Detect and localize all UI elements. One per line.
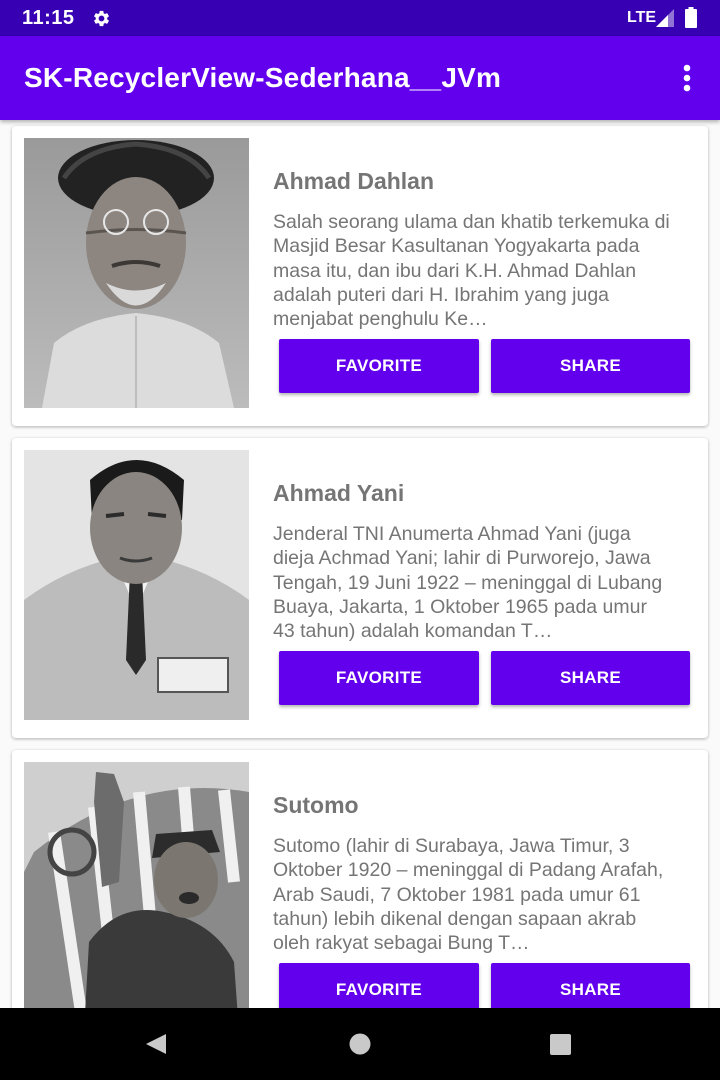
hero-description: Jenderal TNI Anumerta Ahmad Yani (juga d…	[273, 523, 663, 643]
hero-name: Sutomo	[273, 792, 359, 818]
app-bar: SK-RecyclerView-Sederhana__JVm	[0, 36, 720, 120]
settings-gear-icon	[94, 10, 109, 27]
hero-photo	[24, 450, 249, 720]
more-vertical-icon[interactable]	[672, 60, 702, 96]
hero-description: Salah seorang ulama dan khatib terkemuka…	[273, 211, 670, 331]
back-icon[interactable]	[144, 1032, 168, 1056]
hero-card[interactable]: Ahmad Yani Jenderal TNI Anumerta Ahmad Y…	[12, 438, 708, 738]
hero-card[interactable]: Sutomo Sutomo (lahir di Surabaya, Jawa T…	[12, 750, 708, 1008]
recents-icon[interactable]	[549, 1033, 572, 1056]
share-button[interactable]: SHARE	[491, 963, 690, 1008]
favorite-button[interactable]: FAVORITE	[279, 963, 479, 1008]
hero-description: Sutomo (lahir di Surabaya, Jawa Timur, 3…	[273, 835, 664, 955]
hero-card[interactable]: Ahmad Dahlan Salah seorang ulama dan kha…	[12, 126, 708, 426]
network-type: LTE	[627, 9, 657, 26]
home-icon[interactable]	[348, 1032, 372, 1056]
hero-list[interactable]: Ahmad Dahlan Salah seorang ulama dan kha…	[0, 120, 720, 1008]
cell-signal-icon	[656, 9, 674, 27]
favorite-button[interactable]: FAVORITE	[279, 339, 479, 393]
hero-photo	[24, 138, 249, 408]
hero-name: Ahmad Dahlan	[273, 168, 435, 194]
share-button[interactable]: SHARE	[491, 339, 690, 393]
navigation-bar	[0, 1008, 720, 1080]
hero-photo	[24, 762, 249, 1008]
share-button[interactable]: SHARE	[491, 651, 690, 705]
hero-name: Ahmad Yani	[273, 480, 405, 506]
battery-icon	[685, 7, 697, 28]
status-time: 11:15	[22, 7, 75, 29]
status-bar: 11:15 LTE	[0, 0, 720, 36]
favorite-button[interactable]: FAVORITE	[279, 651, 479, 705]
app-title: SK-RecyclerView-Sederhana__JVm	[24, 62, 502, 93]
